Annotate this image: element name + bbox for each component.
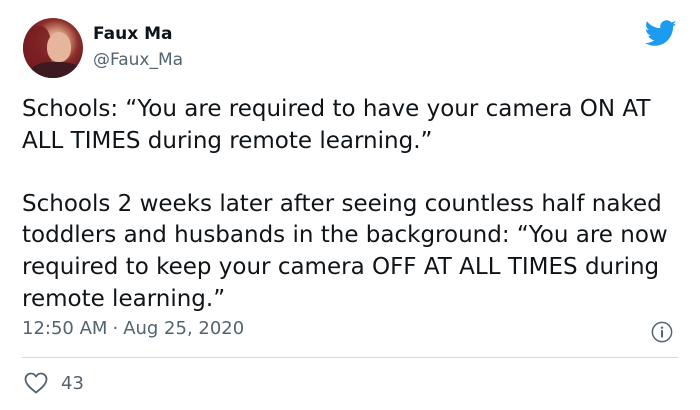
tweet-text: Schools: “You are required to have your … bbox=[22, 96, 668, 312]
tweet-timestamp[interactable]: 12:50 AM · Aug 25, 2020 bbox=[22, 318, 244, 339]
like-count: 43 bbox=[61, 372, 84, 394]
heart-icon[interactable] bbox=[24, 372, 48, 394]
avatar-shirt bbox=[29, 62, 83, 78]
avatar-face bbox=[47, 32, 71, 62]
avatar[interactable] bbox=[23, 18, 83, 78]
info-icon[interactable] bbox=[651, 321, 673, 343]
display-name[interactable]: Faux Ma bbox=[93, 24, 172, 44]
tweet-date[interactable]: Aug 25, 2020 bbox=[123, 318, 244, 339]
tweet-time[interactable]: 12:50 AM bbox=[22, 318, 107, 339]
like-button[interactable]: 43 bbox=[24, 372, 84, 394]
user-handle[interactable]: @Faux_Ma bbox=[93, 50, 183, 70]
twitter-bird-icon[interactable] bbox=[645, 20, 677, 47]
tweet-card: Faux Ma @Faux_Ma Schools: “You are requi… bbox=[0, 0, 700, 410]
divider bbox=[22, 357, 678, 358]
meta-separator: · bbox=[112, 318, 119, 339]
